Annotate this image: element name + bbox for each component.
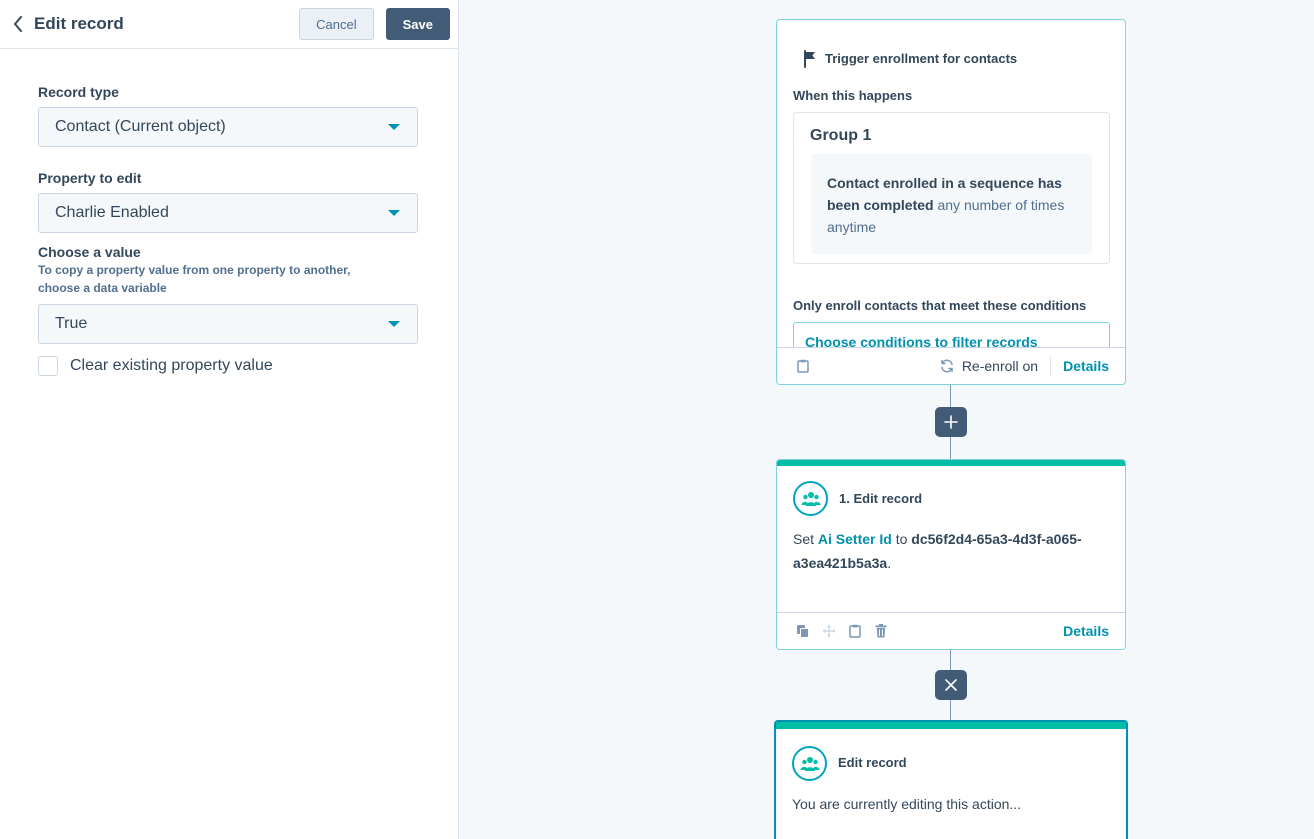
property-to-edit-label: Property to edit (38, 170, 142, 186)
choose-value-hint: To copy a property value from one proper… (38, 263, 351, 295)
trigger-card-footer: Re-enroll on Details (777, 347, 1125, 384)
plus-icon (944, 415, 958, 429)
flag-icon (803, 50, 817, 73)
trigger-title: Trigger enrollment for contacts (825, 51, 1018, 66)
to-text: to (891, 531, 912, 547)
connector-line (950, 437, 951, 459)
edit-record-form: Record type Contact (Current object) Pro… (0, 84, 458, 376)
connector-line (950, 385, 951, 407)
action2-body: You are currently editing this action... (792, 796, 1022, 812)
people-icon (793, 481, 828, 516)
copy-icon[interactable] (795, 623, 811, 639)
period-text: . (887, 555, 892, 571)
clipboard-icon[interactable] (795, 358, 811, 374)
ai-setter-id-link[interactable]: Ai Setter Id (818, 531, 892, 547)
conditions-label: Only enroll contacts that meet these con… (793, 298, 1087, 313)
group-title: Group 1 (810, 127, 872, 144)
caret-down-icon (388, 124, 400, 130)
refresh-icon (940, 359, 954, 373)
connector-line (950, 649, 951, 670)
add-action-button[interactable] (935, 407, 967, 437)
action1-summary: Set Ai Setter Id to dc56f2d4-65a3-4d3f-a… (793, 527, 1103, 575)
action2-title: Edit record (838, 755, 907, 770)
clear-value-checkbox[interactable] (38, 356, 58, 376)
action-card-edit-record[interactable]: 1. Edit record Set Ai Setter Id to dc56f… (776, 459, 1126, 650)
property-value: Charlie Enabled (55, 204, 169, 221)
close-icon (945, 679, 957, 691)
save-button[interactable]: Save (385, 8, 450, 40)
choose-value-label: Choose a value (38, 244, 141, 260)
caret-down-icon (388, 210, 400, 216)
reenroll-toggle[interactable]: Re-enroll on (940, 356, 1052, 376)
edit-record-panel: Edit record Cancel Save Record type Cont… (0, 0, 459, 839)
trash-icon[interactable] (873, 623, 889, 639)
action-card-editing[interactable]: Edit record You are currently editing th… (774, 720, 1128, 839)
action1-footer: Details (777, 612, 1125, 649)
record-type-label: Record type (38, 84, 119, 100)
action1-details-link[interactable]: Details (1063, 623, 1109, 639)
action-card-accent-bar (777, 460, 1125, 466)
clear-value-row: Clear existing property value (38, 356, 420, 376)
trigger-details-link[interactable]: Details (1063, 358, 1109, 374)
cancel-button[interactable]: Cancel (299, 8, 374, 40)
property-select[interactable]: Charlie Enabled (38, 193, 418, 233)
close-action-button[interactable] (935, 670, 967, 700)
when-label: When this happens (793, 88, 913, 103)
back-chevron-icon[interactable] (10, 16, 26, 32)
reenroll-label: Re-enroll on (961, 358, 1039, 374)
people-icon (792, 746, 827, 781)
trigger-card[interactable]: Trigger enrollment for contacts When thi… (776, 19, 1126, 385)
action-card-accent-bar (776, 722, 1126, 729)
record-type-select[interactable]: Contact (Current object) (38, 107, 418, 147)
panel-header: Edit record Cancel Save (0, 0, 458, 49)
trigger-criteria[interactable]: Contact enrolled in a sequence has been … (811, 154, 1092, 254)
value-select-value: True (55, 315, 88, 332)
panel-title: Edit record (34, 14, 124, 33)
connector-line (950, 700, 951, 722)
clear-value-label[interactable]: Clear existing property value (70, 357, 273, 375)
value-select[interactable]: True (38, 304, 418, 344)
set-text: Set (793, 531, 818, 547)
move-icon[interactable] (821, 623, 837, 639)
workflow-canvas: Trigger enrollment for contacts When thi… (460, 0, 1314, 839)
action1-title: 1. Edit record (839, 491, 923, 506)
caret-down-icon (388, 321, 400, 327)
trigger-group: Group 1 Contact enrolled in a sequence h… (793, 112, 1110, 264)
record-type-value: Contact (Current object) (55, 118, 226, 135)
clipboard-icon[interactable] (847, 623, 863, 639)
